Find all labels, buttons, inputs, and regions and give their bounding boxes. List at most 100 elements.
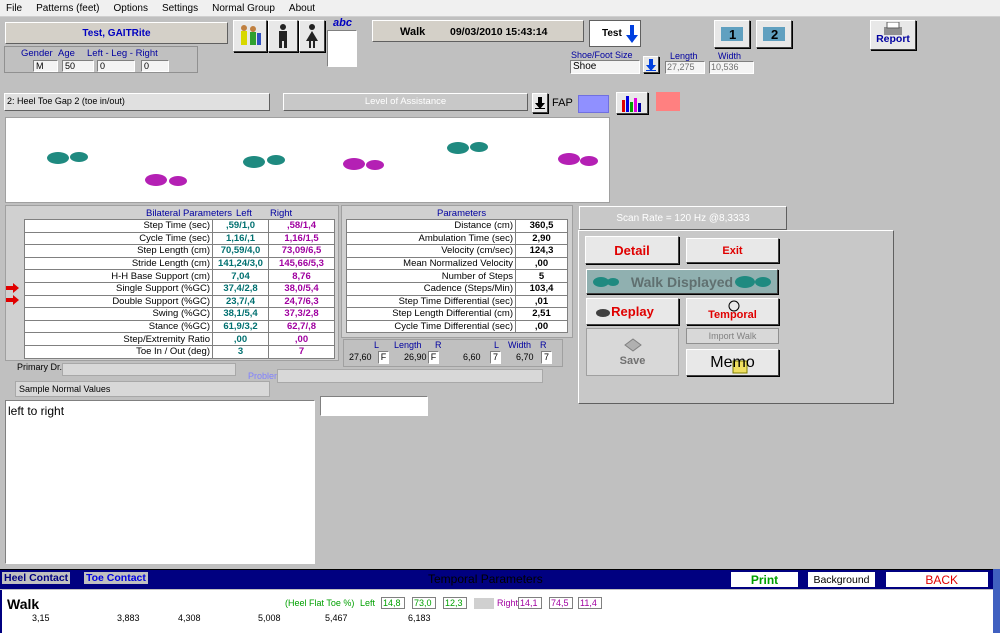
age-field[interactable]: 50: [62, 60, 94, 72]
parameter-row: Step Time Differential (sec) ,01: [346, 294, 568, 309]
width-left-label: L: [494, 340, 500, 350]
bilateral-right-value: 7: [268, 344, 335, 359]
shoe-width-field[interactable]: 10,536: [709, 61, 754, 74]
bilateral-left-value: 38,1/5,4: [212, 307, 269, 321]
toe-contact-label[interactable]: Toe Contact: [84, 572, 148, 584]
bilateral-row: Toe In / Out (deg) 3 7: [24, 344, 335, 359]
bilateral-row: Stride Length (cm) 141,24/3,0 145,66/5,3: [24, 256, 335, 271]
fap-color-swatch[interactable]: [578, 95, 609, 113]
print-button[interactable]: Print: [731, 572, 798, 587]
red-arrow-icon: [6, 295, 19, 305]
bilateral-right-value: 38,0/5,4: [268, 281, 335, 296]
bilateral-right-value: ,58/1,4: [268, 219, 335, 233]
temporal-label: Temporal: [708, 308, 757, 321]
parameter-value: ,00: [515, 256, 568, 271]
menu-normal-group[interactable]: Normal Group: [212, 3, 275, 14]
memo-button[interactable]: Memo: [686, 349, 779, 376]
right-leg-field[interactable]: 0: [141, 60, 169, 72]
male-button[interactable]: [268, 20, 298, 52]
walk-strip-right-label: Right: [497, 598, 519, 608]
foot-1-button[interactable]: 1: [714, 20, 750, 48]
walk-tick: 6,183: [408, 613, 431, 623]
length-left-flag[interactable]: F: [378, 351, 389, 364]
patient-name[interactable]: Test, GAITRite: [5, 22, 228, 44]
exit-button[interactable]: Exit: [686, 238, 779, 263]
right-footprint-2: [343, 158, 365, 170]
right-footprint-3: [558, 153, 580, 165]
parameter-label: Velocity (cm/sec): [346, 244, 516, 258]
bilateral-right-value: 1,16/1,5: [268, 231, 335, 246]
foot-2-button[interactable]: 2: [756, 20, 792, 48]
svg-text:2: 2: [771, 27, 778, 42]
background-button[interactable]: Background: [808, 572, 875, 587]
bilateral-row: Cycle Time (sec) 1,16/,1 1,16/1,5: [24, 231, 335, 246]
save-button[interactable]: Save: [586, 328, 679, 376]
menu-options[interactable]: Options: [113, 3, 147, 14]
walk-tick: 3,883: [117, 613, 140, 623]
width-left-count[interactable]: 7: [490, 351, 501, 364]
length-right-flag[interactable]: F: [428, 351, 439, 364]
bilateral-title: Bilateral Parameters: [146, 208, 233, 219]
primary-dr-field[interactable]: [62, 363, 236, 376]
walk-displayed-button[interactable]: Walk Displayed: [586, 269, 778, 294]
left-footprint-2: [243, 156, 265, 168]
assistance-dropdown-button[interactable]: [532, 93, 548, 113]
bar-chart-button[interactable]: [616, 92, 648, 114]
shoe-length-field[interactable]: 27,275: [665, 61, 705, 74]
bilateral-right-value: 73,09/6,5: [268, 244, 335, 258]
bilateral-panel: Bilateral Parameters Left Right Step Tim…: [5, 205, 339, 361]
parameter-value: 2,51: [515, 307, 568, 321]
menu-settings[interactable]: Settings: [162, 3, 198, 14]
test-button[interactable]: Test: [589, 20, 641, 47]
length-right-label: R: [435, 340, 442, 350]
support-arrows: [6, 283, 19, 305]
shoe-field[interactable]: Shoe: [570, 60, 640, 74]
temporal-button[interactable]: Temporal: [686, 298, 779, 325]
arrow-down-icon: [625, 24, 638, 43]
color-swatch[interactable]: [656, 92, 680, 111]
foot-two-icon: 2: [763, 27, 785, 42]
abc-field[interactable]: [327, 30, 357, 67]
assistance-field[interactable]: Level of Assistance: [283, 93, 528, 111]
bilateral-row-label: Double Support (%GC): [24, 294, 213, 309]
walk-tick: 3,15: [32, 613, 50, 623]
memo-label: Memo: [710, 353, 755, 371]
replay-button[interactable]: Replay: [586, 298, 679, 325]
walk-tick: 4,308: [178, 613, 201, 623]
notes-side-field[interactable]: [320, 396, 428, 416]
menu-bar: File Patterns (feet) Options Settings No…: [0, 0, 1000, 17]
menu-file[interactable]: File: [6, 3, 22, 14]
bilateral-row-label: Stance (%GC): [24, 319, 213, 334]
left-footprint-2-toe: [267, 155, 285, 165]
save-label: Save: [619, 355, 646, 367]
right-scroll-edge[interactable]: [993, 569, 1000, 633]
patient-demographics: Gender Age Left - Leg - Right M 50 0 0: [4, 46, 198, 73]
right-heel-value: 14,1: [518, 597, 542, 609]
report-button[interactable]: Report: [870, 20, 916, 50]
width-right-count[interactable]: 7: [541, 351, 552, 364]
notes-textarea[interactable]: left to right: [5, 400, 315, 564]
parameter-value: 5: [515, 269, 568, 283]
parameter-row: Step Length Differential (cm) 2,51: [346, 307, 568, 321]
gender-field[interactable]: M: [33, 60, 58, 72]
selection-field[interactable]: 2: Heel Toe Gap 2 (toe in/out): [4, 93, 270, 111]
back-button[interactable]: BACK: [886, 572, 988, 587]
female-button[interactable]: [299, 20, 325, 52]
detail-button[interactable]: Detail: [585, 236, 679, 264]
length-left-label: L: [374, 340, 380, 350]
shoe-select-button[interactable]: [643, 56, 659, 73]
menu-patterns[interactable]: Patterns (feet): [36, 3, 99, 14]
group-people-button[interactable]: [233, 20, 267, 52]
bilateral-left-value: 1,16/,1: [212, 231, 269, 246]
import-walk-button[interactable]: Import Walk: [686, 328, 779, 344]
heel-contact-label[interactable]: Heel Contact: [2, 572, 71, 584]
menu-about[interactable]: About: [289, 3, 315, 14]
parameter-label: Distance (cm): [346, 219, 516, 233]
bilateral-row-label: Cycle Time (sec): [24, 231, 213, 246]
bilateral-right-value: 8,76: [268, 269, 335, 283]
parameters-title: Parameters: [437, 208, 487, 219]
normal-values-field[interactable]: Sample Normal Values: [15, 381, 270, 397]
report-label: Report: [876, 33, 910, 45]
left-leg-field[interactable]: 0: [97, 60, 135, 72]
problem-field[interactable]: [277, 369, 543, 383]
